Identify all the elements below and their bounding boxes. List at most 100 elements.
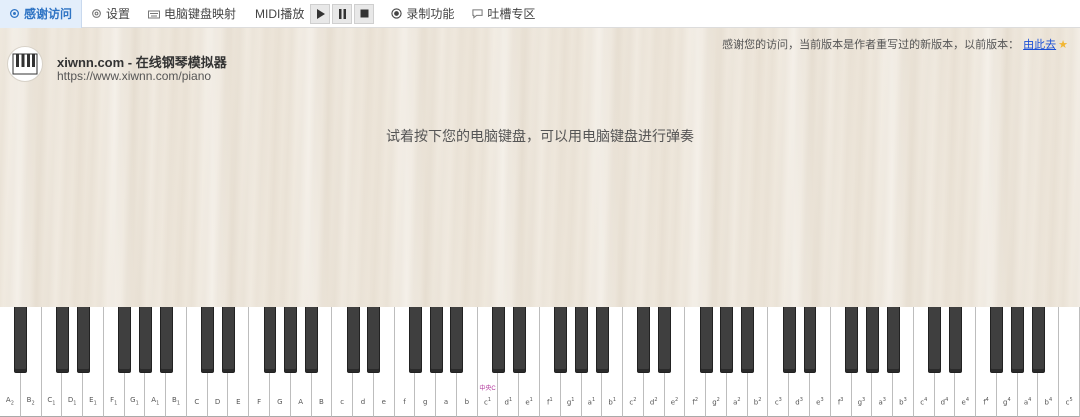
key-label: e3: [816, 396, 824, 406]
pause-button[interactable]: [332, 3, 353, 24]
black-key[interactable]: [14, 307, 28, 373]
stop-button[interactable]: [354, 3, 375, 24]
key-label: D1: [67, 395, 77, 406]
key-label: g2: [712, 396, 720, 406]
key-label: b4: [1044, 396, 1053, 406]
black-key[interactable]: [948, 307, 962, 373]
black-key[interactable]: [222, 307, 235, 373]
black-key[interactable]: [201, 307, 215, 373]
black-key[interactable]: [575, 307, 588, 373]
old-version-link[interactable]: 由此去: [1023, 36, 1056, 52]
black-key[interactable]: [803, 307, 817, 373]
key-label: d4: [940, 396, 949, 406]
key-label: a2: [733, 396, 741, 406]
key-label: e4: [961, 396, 970, 406]
key-label: A1: [151, 395, 160, 406]
key-label: g: [423, 398, 428, 406]
key-label: G1: [130, 395, 139, 406]
key-label: c3: [774, 396, 782, 406]
key-label: c4: [920, 396, 928, 406]
tab-record[interactable]: 录制功能: [382, 0, 463, 28]
tab-settings[interactable]: 设置: [82, 0, 139, 28]
play-icon: [316, 8, 325, 19]
key-label: f3: [837, 396, 844, 406]
key-label: c5: [1065, 396, 1073, 406]
key-label: A2: [5, 395, 14, 406]
key-label: F: [257, 398, 262, 406]
black-key[interactable]: [305, 307, 318, 373]
black-key[interactable]: [720, 307, 734, 373]
black-key[interactable]: [159, 307, 173, 373]
key-label: f2: [692, 396, 699, 406]
black-key[interactable]: [595, 307, 609, 373]
black-key[interactable]: [658, 307, 672, 373]
keyboard-icon: [148, 9, 161, 19]
black-key[interactable]: [1032, 307, 1045, 373]
site-logo: [7, 46, 43, 82]
key-label: d2: [649, 396, 658, 406]
key-label: E1: [89, 395, 97, 406]
black-key[interactable]: [928, 307, 942, 373]
black-key[interactable]: [138, 307, 152, 373]
black-key[interactable]: [118, 307, 132, 373]
key-label: a3: [878, 396, 886, 406]
middle-c-label: 中央C: [479, 386, 496, 392]
white-key[interactable]: c5: [1059, 307, 1080, 417]
black-key[interactable]: [346, 307, 360, 373]
black-key[interactable]: [990, 307, 1004, 373]
key-label: F1: [110, 395, 118, 406]
pause-icon: [338, 8, 346, 19]
black-key[interactable]: [429, 307, 443, 373]
key-label: d1: [504, 396, 513, 406]
black-key[interactable]: [450, 307, 464, 373]
key-label: a1: [587, 396, 596, 406]
black-key[interactable]: [492, 307, 505, 373]
key-label: g1: [566, 396, 575, 406]
key-label: a4: [1023, 396, 1032, 406]
black-key[interactable]: [741, 307, 755, 373]
black-key[interactable]: [512, 307, 526, 373]
black-key[interactable]: [367, 307, 381, 373]
key-label: g4: [1002, 396, 1011, 406]
black-key[interactable]: [55, 307, 69, 373]
black-key[interactable]: [408, 307, 422, 373]
key-label: b2: [753, 396, 762, 406]
key-label: B1: [172, 395, 181, 406]
settings-icon: [91, 8, 102, 19]
black-key[interactable]: [886, 307, 900, 373]
key-label: f1: [547, 396, 553, 406]
black-key[interactable]: [263, 307, 277, 373]
black-key[interactable]: [782, 307, 796, 373]
black-key[interactable]: [865, 307, 879, 373]
black-key[interactable]: [554, 307, 568, 373]
key-label: C1: [47, 395, 56, 406]
key-label: d: [360, 398, 366, 406]
black-key[interactable]: [845, 307, 858, 373]
tab-chat[interactable]: 吐槽专区: [463, 0, 544, 28]
piano-keyboard: A2 B2 C1 D1 E1 F1 G1 A1 B1 C D E F G A Bc d e f g a b c1 中央C d1 e…: [0, 307, 1080, 417]
key-label: g3: [857, 396, 866, 406]
black-key[interactable]: [76, 307, 90, 373]
play-button[interactable]: [310, 3, 331, 24]
black-key[interactable]: [699, 307, 713, 373]
key-label: e2: [670, 396, 679, 406]
black-key[interactable]: [284, 307, 298, 373]
top-toolbar: 感谢访问 设置 电脑键盘映射 MIDI播放 录制功能 吐槽专区: [0, 0, 1080, 28]
tab-keyboard-mapping[interactable]: 电脑键盘映射: [139, 0, 245, 28]
key-label: B: [319, 398, 324, 406]
black-key[interactable]: [637, 307, 651, 373]
tab-chat-label: 吐槽专区: [487, 7, 536, 21]
key-label: b3: [899, 396, 907, 406]
record-icon: [391, 8, 403, 19]
black-key[interactable]: [1011, 307, 1025, 373]
key-label: G: [277, 398, 283, 406]
gear-badge-icon: [9, 8, 20, 19]
tab-thanks[interactable]: 感谢访问: [0, 0, 83, 28]
key-label: d3: [795, 396, 803, 406]
site-url: https://www.xiwnn.com/piano: [57, 69, 212, 83]
midi-label: MIDI播放: [255, 7, 305, 21]
key-label: e1: [525, 396, 533, 406]
key-label: E: [236, 398, 241, 406]
chat-bubble-icon: [472, 8, 483, 19]
key-label: a: [443, 398, 449, 406]
